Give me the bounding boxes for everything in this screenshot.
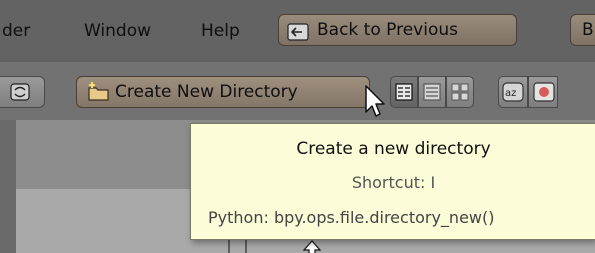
side-panel-edge (0, 120, 16, 253)
menu-item-help[interactable]: Help (201, 20, 240, 42)
svg-text:az: az (505, 88, 516, 99)
sort-alpha-icon: az (502, 82, 524, 106)
sort-extension-icon (533, 82, 555, 106)
thumbnails-icon (451, 83, 469, 105)
menu-item-window[interactable]: Window (84, 20, 151, 42)
file-browser-header: Create New Directory az (0, 62, 595, 121)
up-arrow-icon (302, 239, 322, 253)
tooltip-python-path: Python: bpy.ops.file.directory_new() (208, 208, 495, 227)
truncated-button[interactable]: B (570, 14, 595, 46)
back-arrow-icon (287, 21, 309, 51)
refresh-button[interactable] (0, 76, 45, 108)
truncated-button-label: B (582, 20, 594, 40)
create-new-directory-button[interactable]: Create New Directory (76, 76, 370, 108)
new-folder-icon (87, 81, 111, 107)
display-thumbnails-button[interactable] (446, 76, 474, 108)
mouse-cursor-icon (364, 84, 388, 124)
display-short-list-button[interactable] (390, 76, 418, 108)
sort-alphabetical-button[interactable]: az (498, 76, 528, 108)
back-to-previous-button[interactable]: Back to Previous (278, 14, 517, 46)
short-list-icon (395, 83, 413, 105)
menu-bar: der Window Help Back to Previous B (0, 0, 595, 63)
blender-file-browser-window: der Window Help Back to Previous B Creat… (0, 0, 595, 253)
long-list-icon (423, 83, 441, 105)
tooltip-title: Create a new directory (296, 139, 491, 159)
menu-item-render[interactable]: der (2, 20, 30, 42)
create-new-directory-label: Create New Directory (115, 82, 298, 102)
tooltip-shortcut: Shortcut: I (351, 173, 436, 192)
sort-by-extension-button[interactable] (528, 76, 558, 108)
refresh-icon (9, 82, 31, 106)
back-to-previous-label: Back to Previous (317, 20, 458, 40)
display-long-list-button[interactable] (418, 76, 446, 108)
tooltip: Create a new directory Shortcut: I Pytho… (190, 123, 595, 240)
